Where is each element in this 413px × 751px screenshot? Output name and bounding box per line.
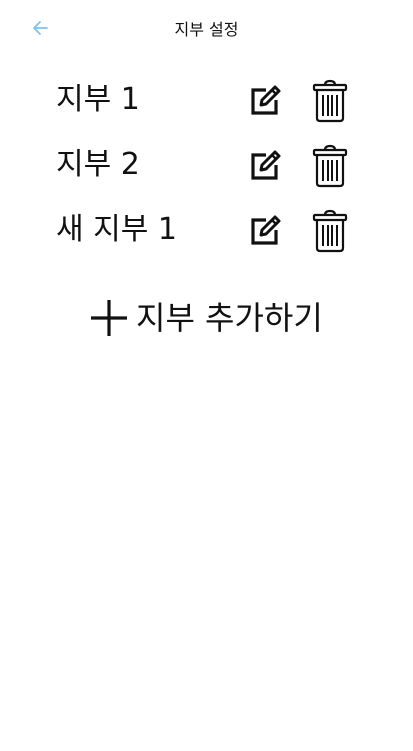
branch-list: 지부 1 지부 2 새 지부 1 — [0, 68, 413, 263]
branch-row: 지부 1 — [0, 68, 413, 133]
edit-pencil-icon — [251, 150, 281, 180]
edit-button[interactable] — [244, 145, 286, 187]
plus-icon — [88, 297, 130, 339]
branch-label: 지부 2 — [56, 147, 140, 182]
branch-label: 새 지부 1 — [56, 212, 177, 247]
add-branch-button[interactable]: 지부 추가하기 — [88, 294, 323, 342]
edit-button[interactable] — [244, 80, 286, 122]
edit-button[interactable] — [244, 210, 286, 252]
delete-button[interactable] — [309, 77, 351, 125]
branch-row: 새 지부 1 — [0, 198, 413, 263]
edit-pencil-icon — [251, 215, 281, 245]
branch-row: 지부 2 — [0, 133, 413, 198]
trash-icon — [312, 209, 348, 253]
page-title: 지부 설정 — [174, 20, 239, 39]
add-branch-label: 지부 추가하기 — [136, 299, 323, 337]
edit-pencil-icon — [251, 85, 281, 115]
branch-label: 지부 1 — [56, 82, 140, 117]
trash-icon — [312, 144, 348, 188]
trash-icon — [312, 79, 348, 123]
delete-button[interactable] — [309, 142, 351, 190]
app-header: 지부 설정 — [0, 0, 413, 56]
delete-button[interactable] — [309, 207, 351, 255]
